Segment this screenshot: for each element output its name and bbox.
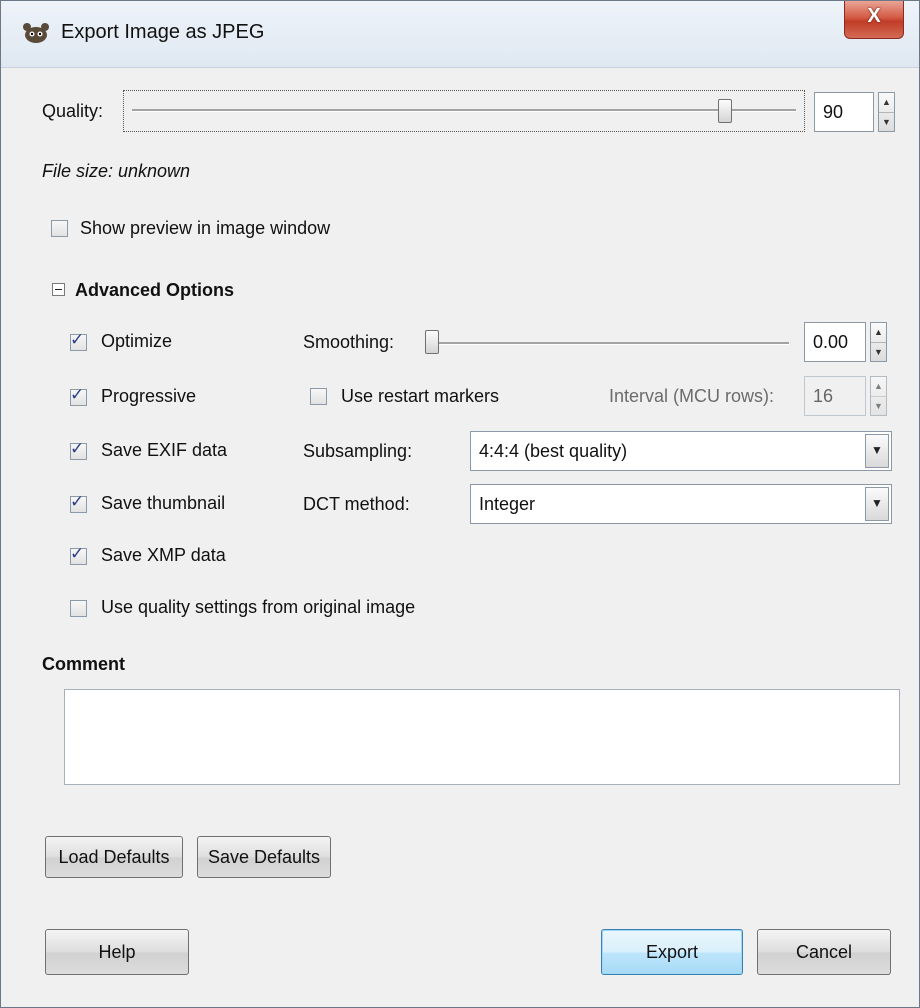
interval-label: Interval (MCU rows): [609, 386, 775, 406]
checkmark-icon: ✓ [70, 544, 85, 563]
dct-method-label: DCT method: [303, 494, 410, 514]
smoothing-spinbox[interactable]: 0.00 ▲ ▼ [804, 322, 887, 362]
quality-slider[interactable] [123, 90, 805, 132]
spin-up-icon[interactable]: ▲ [871, 323, 886, 343]
spin-down-icon[interactable]: ▼ [871, 343, 886, 362]
subsampling-label: Subsampling: [303, 441, 413, 461]
file-size-text: File size: unknown [42, 161, 191, 181]
quality-spin-buttons[interactable]: ▲ ▼ [878, 92, 895, 132]
save-defaults-label: Save Defaults [207, 847, 321, 867]
progressive-checkbox[interactable]: ✓ [70, 385, 87, 406]
smoothing-slider[interactable] [421, 326, 793, 360]
save-exif-label[interactable]: Save EXIF data [101, 440, 227, 461]
smoothing-slider-track [425, 342, 789, 345]
quality-slider-thumb[interactable] [718, 99, 732, 123]
optimize-checkbox[interactable]: ✓ [70, 330, 87, 351]
dropdown-arrow-icon[interactable]: ▼ [865, 434, 889, 468]
load-defaults-button[interactable]: Load Defaults [45, 836, 183, 878]
dct-method-dropdown[interactable]: Integer ▼ [470, 484, 892, 524]
comment-textarea[interactable] [64, 689, 900, 785]
save-defaults-button[interactable]: Save Defaults [197, 836, 331, 878]
save-thumbnail-checkbox[interactable]: ✓ [70, 492, 87, 513]
advanced-options-header[interactable]: Advanced Options [75, 280, 234, 301]
checkmark-icon: ✓ [70, 330, 85, 349]
optimize-label[interactable]: Optimize [101, 331, 172, 352]
interval-spin-buttons[interactable]: ▲ ▼ [870, 376, 887, 416]
checkmark-icon: ✓ [70, 492, 85, 511]
help-label: Help [98, 942, 136, 962]
gimp-icon [23, 23, 49, 43]
use-original-quality-label[interactable]: Use quality settings from original image [101, 597, 415, 618]
export-label: Export [645, 942, 699, 962]
quality-label: Quality: [42, 101, 104, 121]
interval-value: 16 [813, 386, 834, 406]
save-exif-checkbox[interactable]: ✓ [70, 439, 87, 460]
interval-spinbox[interactable]: 16 ▲ ▼ [804, 376, 887, 416]
save-thumbnail-label[interactable]: Save thumbnail [101, 493, 225, 514]
smoothing-value: 0.00 [813, 332, 849, 352]
use-original-quality-checkbox[interactable]: ✓ [70, 600, 87, 617]
cancel-button[interactable]: Cancel [757, 929, 891, 975]
spin-up-icon[interactable]: ▲ [871, 377, 886, 397]
window-title: Export Image as JPEG [61, 21, 265, 43]
spin-down-icon[interactable]: ▼ [871, 397, 886, 416]
save-xmp-checkbox[interactable]: ✓ [70, 544, 87, 565]
show-preview-checkbox[interactable]: ✓ [51, 220, 68, 237]
checkmark-icon: ✓ [70, 439, 85, 458]
quality-spinbox[interactable]: 90 ▲ ▼ [814, 92, 895, 132]
progressive-label[interactable]: Progressive [101, 386, 196, 407]
comment-label: Comment [42, 654, 126, 674]
cancel-label: Cancel [795, 942, 853, 962]
dct-method-value: Integer [479, 494, 536, 514]
quality-value: 90 [823, 102, 844, 122]
close-icon: X [867, 5, 881, 27]
restart-markers-label[interactable]: Use restart markers [341, 386, 499, 407]
export-jpeg-dialog: Export Image as JPEG X Quality: 90 ▲ ▼ F… [0, 0, 920, 1008]
help-button[interactable]: Help [45, 929, 189, 975]
dropdown-arrow-icon[interactable]: ▼ [865, 487, 889, 521]
export-button[interactable]: Export [601, 929, 743, 975]
smoothing-label: Smoothing: [303, 332, 395, 352]
spin-down-icon[interactable]: ▼ [879, 113, 894, 132]
close-button[interactable]: X [844, 1, 904, 39]
spin-up-icon[interactable]: ▲ [879, 93, 894, 113]
collapse-icon[interactable] [52, 283, 65, 296]
smoothing-slider-thumb[interactable] [425, 330, 439, 354]
subsampling-dropdown[interactable]: 4:4:4 (best quality) ▼ [470, 431, 892, 471]
title-bar[interactable]: Export Image as JPEG X [1, 1, 919, 68]
checkmark-icon: ✓ [70, 385, 85, 404]
subsampling-value: 4:4:4 (best quality) [479, 441, 628, 461]
show-preview-label[interactable]: Show preview in image window [80, 218, 330, 239]
smoothing-spin-buttons[interactable]: ▲ ▼ [870, 322, 887, 362]
quality-slider-track [132, 109, 796, 112]
load-defaults-label: Load Defaults [58, 847, 170, 867]
restart-markers-checkbox[interactable]: ✓ [310, 388, 327, 405]
save-xmp-label[interactable]: Save XMP data [101, 545, 226, 566]
